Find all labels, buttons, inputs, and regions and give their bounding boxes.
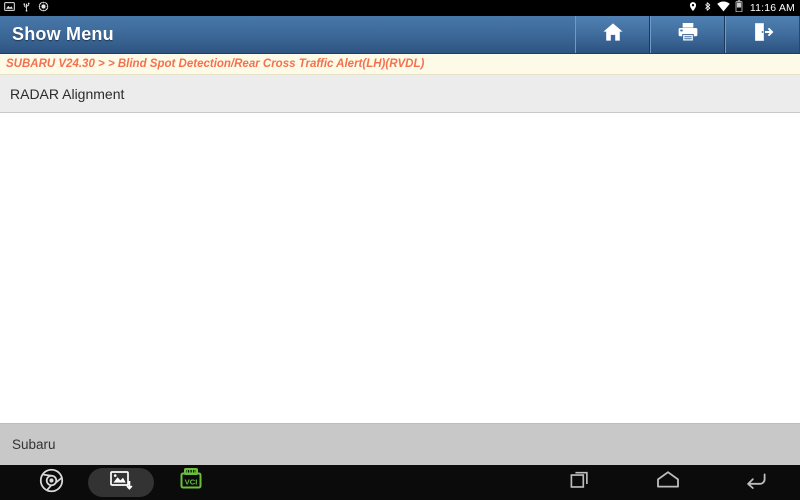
chrome-shortcut[interactable] — [16, 468, 86, 498]
app-title-bar: Show Menu — [0, 16, 800, 54]
home-button[interactable] — [575, 16, 650, 53]
wifi-icon — [717, 0, 730, 17]
home-icon — [602, 21, 624, 48]
page-title: Show Menu — [12, 24, 114, 44]
nav-bar-system-buttons — [536, 465, 800, 500]
print-button[interactable] — [650, 16, 725, 53]
debug-icon — [38, 0, 49, 17]
exit-door-icon — [752, 21, 774, 48]
breadcrumb: SUBARU V24.30 > > Blind Spot Detection/R… — [0, 54, 800, 75]
diagnostic-tablet-screen: 11:16 AM Show Menu SUBARU V24.30 > > Bli… — [0, 0, 800, 500]
location-pin-icon — [688, 0, 698, 17]
exit-button[interactable] — [725, 16, 800, 53]
bluetooth-icon — [703, 0, 712, 17]
usb-icon — [21, 0, 32, 17]
android-status-bar: 11:16 AM — [0, 0, 800, 16]
home-nav-button[interactable] — [624, 469, 712, 496]
status-bar-left-icons — [4, 0, 49, 17]
screenshot-capture-shortcut[interactable] — [86, 468, 156, 497]
home-outline-icon — [655, 469, 681, 496]
screenshot-icon — [4, 0, 15, 17]
recents-icon — [569, 469, 591, 496]
status-bar-clock: 11:16 AM — [749, 2, 795, 14]
android-navigation-bar: VCI — [0, 465, 800, 500]
title-bar-toolbar — [575, 16, 800, 53]
back-arrow-icon — [743, 469, 769, 496]
vehicle-make-label: Subaru — [12, 437, 56, 452]
status-bar-right-icons: 11:16 AM — [688, 0, 795, 17]
nav-bar-left-shortcuts: VCI — [0, 467, 226, 498]
content-area — [0, 113, 800, 423]
screenshot-capture-icon — [109, 468, 133, 497]
back-button[interactable] — [712, 469, 800, 496]
chrome-icon — [39, 468, 64, 498]
menu-item-label: RADAR Alignment — [10, 85, 125, 102]
screenshot-capture-pill[interactable] — [88, 468, 154, 497]
svg-text:VCI: VCI — [185, 478, 198, 487]
menu-list: RADAR Alignment — [0, 75, 800, 113]
vci-icon: VCI — [177, 467, 205, 498]
battery-icon — [735, 0, 743, 17]
menu-item-radar-alignment[interactable]: RADAR Alignment — [0, 75, 800, 113]
recents-button[interactable] — [536, 469, 624, 496]
printer-icon — [677, 21, 699, 48]
footer-status-bar: Subaru — [0, 423, 800, 465]
vci-shortcut[interactable]: VCI — [156, 467, 226, 498]
